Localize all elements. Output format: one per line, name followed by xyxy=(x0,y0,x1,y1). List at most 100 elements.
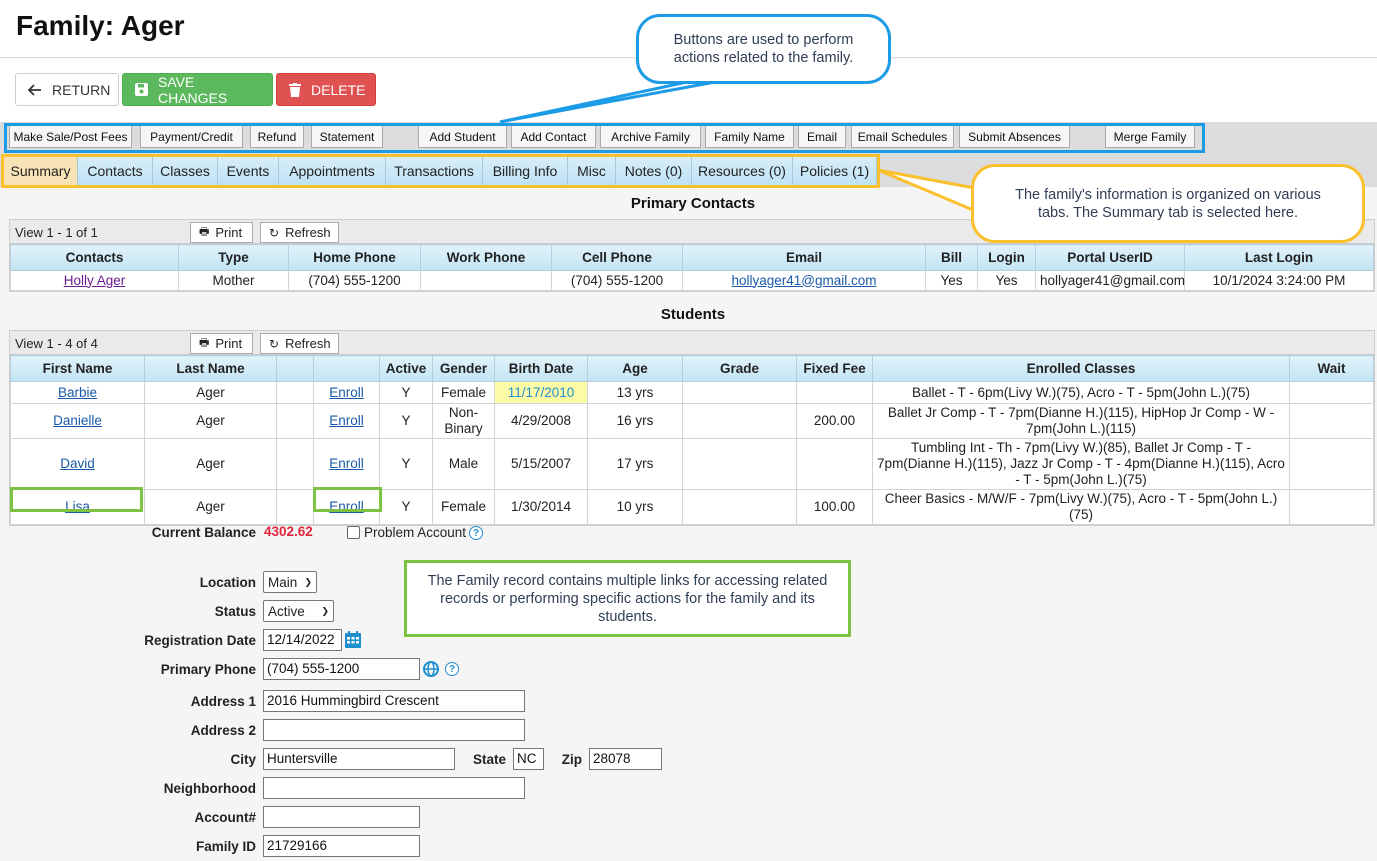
fixed-fee xyxy=(796,381,873,404)
merge-family-button[interactable]: Merge Family xyxy=(1105,125,1195,148)
column-header[interactable]: Grade xyxy=(682,355,797,382)
column-header[interactable]: Bill xyxy=(925,244,978,271)
delete-button[interactable]: DELETE xyxy=(276,73,376,106)
print-label: Print xyxy=(215,225,243,240)
refund-button[interactable]: Refund xyxy=(250,125,304,148)
location-select[interactable]: Main ❯ xyxy=(263,571,317,593)
student-name-link[interactable]: Lisa xyxy=(65,499,90,514)
address2-input[interactable] xyxy=(263,719,525,741)
email-button[interactable]: Email xyxy=(798,125,846,148)
tab-classes[interactable]: Classes xyxy=(153,156,218,186)
column-header[interactable]: Portal UserID xyxy=(1035,244,1185,271)
student-name-link[interactable]: David xyxy=(60,456,95,471)
column-header[interactable]: Contacts xyxy=(10,244,179,271)
tab-appointments[interactable]: Appointments xyxy=(279,156,386,186)
zip-input[interactable]: 28078 xyxy=(589,748,662,770)
contact-type: Mother xyxy=(178,270,289,291)
submit-absences-button[interactable]: Submit Absences xyxy=(959,125,1070,148)
help-icon[interactable]: ? xyxy=(469,526,483,540)
portal-user-id: hollyager41@gmail.com xyxy=(1035,270,1185,291)
tabs-callout-text: The family's information is organized on… xyxy=(1015,186,1321,221)
tab-notes[interactable]: Notes (0) xyxy=(616,156,692,186)
enroll-link[interactable]: Enroll xyxy=(329,413,364,428)
student-name-link[interactable]: Danielle xyxy=(53,413,102,428)
student-name-link[interactable]: Barbie xyxy=(58,385,97,400)
address1-input[interactable]: 2016 Hummingbird Crescent xyxy=(263,690,525,712)
neighborhood-input[interactable] xyxy=(263,777,525,799)
return-button[interactable]: RETURN xyxy=(15,73,119,106)
current-balance-label: Current Balance xyxy=(151,525,256,540)
add-contact-button[interactable]: Add Contact xyxy=(511,125,596,148)
tabs-callout: The family's information is organized on… xyxy=(971,164,1365,243)
column-header[interactable]: First Name xyxy=(10,355,145,382)
account-number-input[interactable] xyxy=(263,806,420,828)
print-label: Print xyxy=(215,336,243,351)
problem-account-checkbox[interactable] xyxy=(347,526,360,539)
column-header[interactable]: Last Login xyxy=(1184,244,1374,271)
arrow-left-icon xyxy=(28,83,41,96)
buttons-callout-text: Buttons are used to perform actions rela… xyxy=(673,32,854,66)
tab-billing-info[interactable]: Billing Info xyxy=(483,156,568,186)
email-schedules-button[interactable]: Email Schedules xyxy=(851,125,954,148)
tab-resources[interactable]: Resources (0) xyxy=(692,156,793,186)
column-header[interactable]: Home Phone xyxy=(288,244,421,271)
calendar-icon[interactable] xyxy=(345,631,361,648)
enroll-link[interactable]: Enroll xyxy=(329,499,364,514)
column-header[interactable]: Active xyxy=(379,355,433,382)
add-student-button[interactable]: Add Student xyxy=(418,125,507,148)
refresh-button[interactable]: ↻ Refresh xyxy=(260,222,339,243)
column-header[interactable]: Login xyxy=(977,244,1036,271)
status-select[interactable]: Active ❯ xyxy=(263,600,334,622)
blank-cell xyxy=(276,438,314,490)
help-icon[interactable]: ? xyxy=(445,662,459,676)
tab-summary[interactable]: Summary xyxy=(4,156,78,186)
registration-date-input[interactable]: 12/14/2022 xyxy=(263,629,342,651)
table-row: Holly Ager Mother (704) 555-1200 (704) 5… xyxy=(10,270,1374,291)
column-header[interactable]: Gender xyxy=(432,355,495,382)
column-header[interactable]: Type xyxy=(178,244,289,271)
column-header[interactable]: Age xyxy=(587,355,683,382)
problem-account-label[interactable]: Problem Account xyxy=(364,525,466,540)
location-label: Location xyxy=(199,575,256,590)
table-row: Barbie Ager Enroll Y Female 11/17/2010 1… xyxy=(10,381,1374,404)
column-header[interactable]: Work Phone xyxy=(420,244,552,271)
contact-name-link[interactable]: Holly Ager xyxy=(64,273,126,288)
column-header[interactable]: Last Name xyxy=(144,355,277,382)
print-button[interactable]: 🖶 Print xyxy=(190,333,253,354)
make-sale-post-fees-button[interactable]: Make Sale/Post Fees xyxy=(9,125,132,148)
gender: Male xyxy=(432,438,495,490)
tab-policies[interactable]: Policies (1) xyxy=(793,156,877,186)
state-label: State xyxy=(472,752,506,767)
column-header[interactable]: Fixed Fee xyxy=(796,355,873,382)
age: 10 yrs xyxy=(587,489,683,525)
payment-credit-button[interactable]: Payment/Credit xyxy=(140,125,243,148)
enrolled-classes: Cheer Basics - M/W/F - 7pm(Livy W.)(75),… xyxy=(872,489,1290,525)
tab-contacts[interactable]: Contacts xyxy=(78,156,153,186)
last-name: Ager xyxy=(144,403,277,439)
enroll-link[interactable]: Enroll xyxy=(329,456,364,471)
city-input[interactable]: Huntersville xyxy=(263,748,455,770)
statement-button[interactable]: Statement xyxy=(311,125,383,148)
column-header[interactable]: Cell Phone xyxy=(551,244,683,271)
family-name-button[interactable]: Family Name xyxy=(705,125,794,148)
column-header[interactable]: Enrolled Classes xyxy=(872,355,1290,382)
enroll-link[interactable]: Enroll xyxy=(329,385,364,400)
primary-phone-input[interactable]: (704) 555-1200 xyxy=(263,658,420,680)
tab-transactions[interactable]: Transactions xyxy=(386,156,483,186)
globe-icon[interactable] xyxy=(423,661,439,677)
refresh-button[interactable]: ↻ Refresh xyxy=(260,333,339,354)
column-header xyxy=(276,355,314,382)
column-header[interactable]: Wait xyxy=(1289,355,1374,382)
column-header[interactable]: Email xyxy=(682,244,926,271)
state-input[interactable]: NC xyxy=(513,748,544,770)
refresh-label: Refresh xyxy=(285,225,331,240)
family-id-input[interactable]: 21729166 xyxy=(263,835,420,857)
print-button[interactable]: 🖶 Print xyxy=(190,222,253,243)
column-header[interactable]: Birth Date xyxy=(494,355,588,382)
wait xyxy=(1289,438,1374,490)
save-changes-button[interactable]: SAVE CHANGES xyxy=(122,73,273,106)
tab-events[interactable]: Events xyxy=(218,156,279,186)
archive-family-button[interactable]: Archive Family xyxy=(600,125,701,148)
tab-misc[interactable]: Misc xyxy=(568,156,616,186)
email-link[interactable]: hollyager41@gmail.com xyxy=(731,273,876,288)
